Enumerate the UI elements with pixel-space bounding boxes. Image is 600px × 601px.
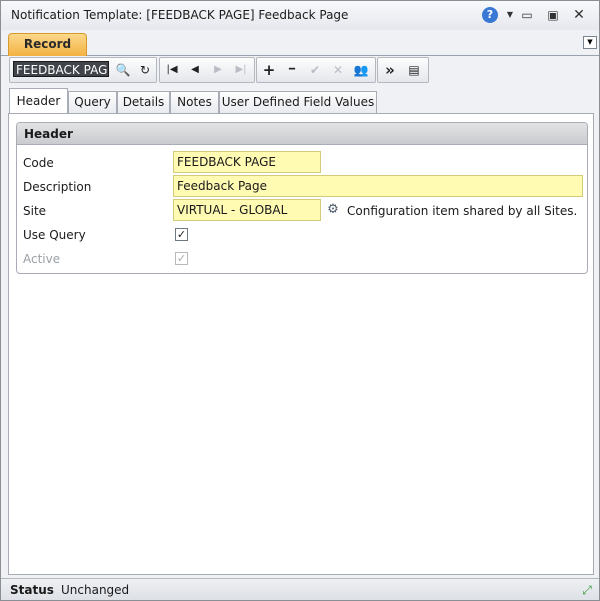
code-label: Code <box>23 156 54 170</box>
description-label: Description <box>23 180 92 194</box>
toolbar-group-navigation: |◀ ◀ ▶ ▶| <box>159 57 255 83</box>
tab-notes[interactable]: Notes <box>170 91 219 113</box>
list-view-icon[interactable]: ▤ <box>405 61 423 79</box>
toolbar-group-edit: + ━ ✔ ✕ 👥 <box>256 57 376 83</box>
configuration-icon: ⚙ <box>327 202 339 217</box>
header-section: Header Code FEEDBACK PAGE Description Fe… <box>16 122 588 274</box>
next-record-icon[interactable]: ▶ <box>209 61 227 79</box>
use-query-checkbox[interactable]: ✓ <box>175 228 188 241</box>
restore-icon[interactable]: ▣ <box>545 7 561 23</box>
use-query-label: Use Query <box>23 228 86 242</box>
dropdown-arrow-icon[interactable]: ▼ <box>502 7 518 23</box>
tab-details[interactable]: Details <box>117 91 170 113</box>
delete-record-icon[interactable]: ━ <box>283 61 301 79</box>
site-field[interactable]: VIRTUAL - GLOBAL <box>173 199 321 221</box>
code-field[interactable]: FEEDBACK PAGE <box>173 151 321 173</box>
status-label: Status <box>10 583 54 597</box>
close-icon[interactable]: ✕ <box>571 7 587 23</box>
active-checkbox: ✓ <box>175 252 188 265</box>
window-title: Notification Template: [FEEDBACK PAGE] F… <box>11 8 349 22</box>
resize-icon[interactable]: ⤢ <box>579 582 595 598</box>
section-title: Header <box>17 123 587 145</box>
add-record-icon[interactable]: + <box>260 61 278 79</box>
tab-content-panel: Header Code FEEDBACK PAGE Description Fe… <box>8 113 594 575</box>
more-actions-icon[interactable]: » <box>381 61 399 79</box>
title-bar: Notification Template: [FEEDBACK PAGE] F… <box>1 1 599 30</box>
last-record-icon[interactable]: ▶| <box>232 61 250 79</box>
status-bar: Status Unchanged ⤢ <box>1 578 599 600</box>
search-icon[interactable]: 🔍 <box>114 61 132 79</box>
ribbon-tab-record[interactable]: Record <box>8 33 87 56</box>
refresh-icon[interactable]: ↻ <box>136 61 154 79</box>
toolbar-group-more: » ▤ <box>377 57 429 83</box>
minimize-icon[interactable]: ▭ <box>519 7 535 23</box>
toolbar-group-search: FEEDBACK PAGE 🔍 ↻ <box>9 57 157 83</box>
site-shared-note: Configuration item shared by all Sites. <box>347 204 578 218</box>
record-tabs: Header Query Details Notes User Defined … <box>1 88 599 114</box>
tab-query[interactable]: Query <box>68 91 117 113</box>
save-record-icon[interactable]: ✔ <box>306 61 324 79</box>
notification-template-window: Notification Template: [FEEDBACK PAGE] F… <box>0 0 600 601</box>
record-toolbar: FEEDBACK PAGE 🔍 ↻ |◀ ◀ ▶ ▶| + ━ ✔ ✕ 👥 » … <box>9 57 429 83</box>
tab-header[interactable]: Header <box>9 88 68 114</box>
description-field[interactable]: Feedback Page <box>173 175 583 197</box>
help-icon[interactable]: ? <box>482 7 498 23</box>
status-value: Unchanged <box>61 583 130 597</box>
ribbon-bar <box>1 30 599 56</box>
first-record-icon[interactable]: |◀ <box>163 61 181 79</box>
tab-user-defined-field-values[interactable]: User Defined Field Values <box>219 91 377 113</box>
previous-record-icon[interactable]: ◀ <box>186 61 204 79</box>
users-icon[interactable]: 👥 <box>352 61 370 79</box>
active-label: Active <box>23 252 61 266</box>
cancel-edit-icon[interactable]: ✕ <box>329 61 347 79</box>
site-label: Site <box>23 204 47 218</box>
ribbon-menu-icon[interactable]: ▼ <box>583 36 597 49</box>
record-search-input[interactable]: FEEDBACK PAGE <box>13 61 109 77</box>
